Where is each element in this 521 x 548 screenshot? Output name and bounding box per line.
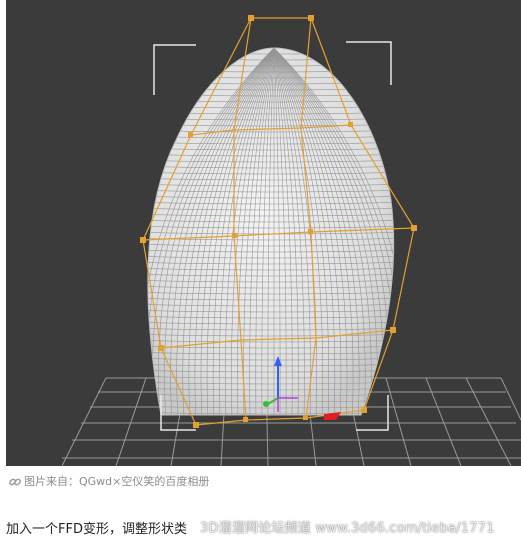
post-body-text: 加入一个FFD变形，调整形状类 — [6, 522, 187, 537]
watermark: 3D溜溜网论坛频道 www.3d66.com/tieba/1771 — [200, 521, 495, 536]
image-credit: 图片来自：QGwd×空仪笑的百度相册 — [8, 474, 209, 490]
3d-viewport[interactable] — [6, 0, 521, 466]
link-icon — [9, 478, 21, 486]
image-credit-text: 图片来自：QGwd×空仪笑的百度相册 — [24, 475, 210, 488]
